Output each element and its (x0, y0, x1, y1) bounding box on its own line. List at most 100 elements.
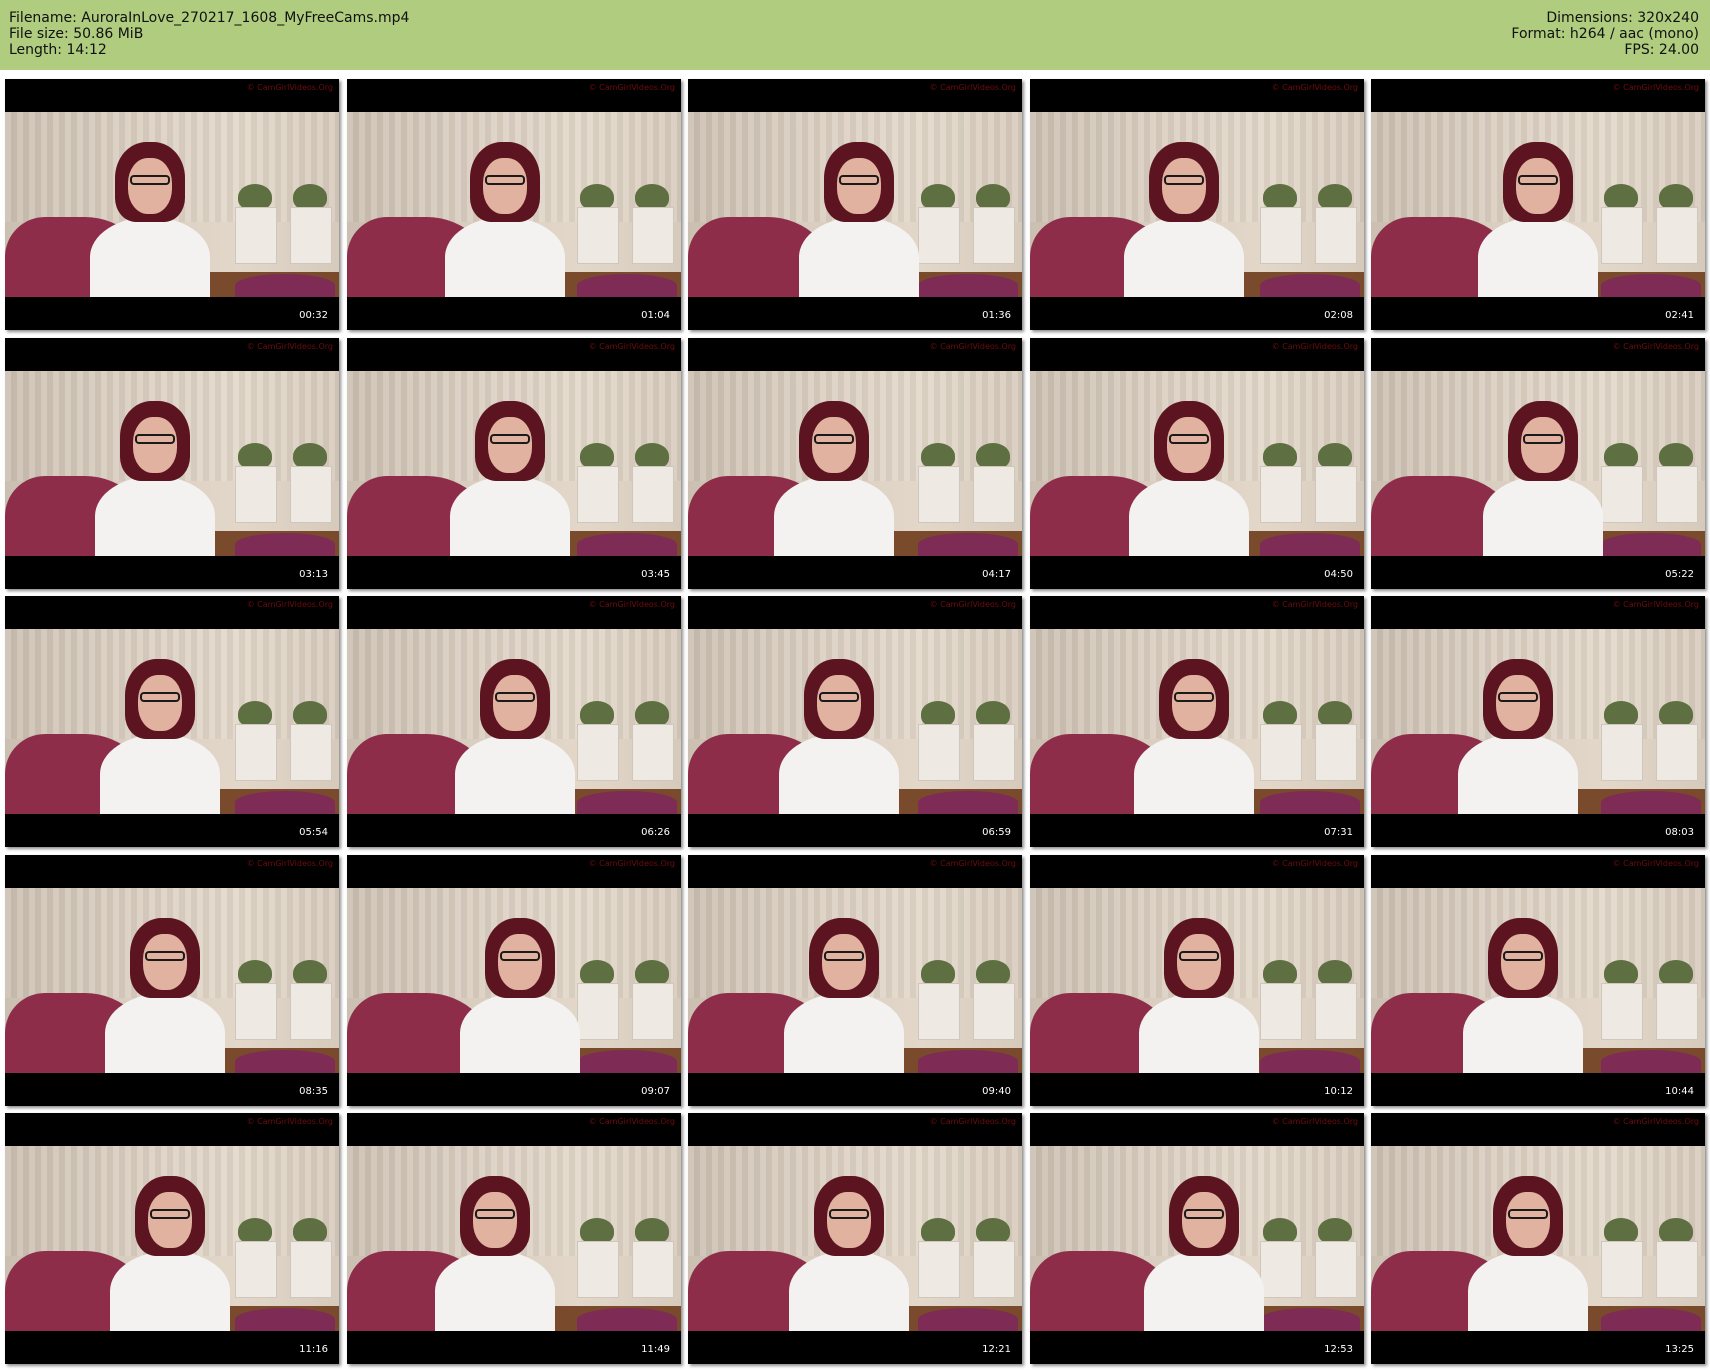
thumbnail-tile: © CamGirlVideos.Org 07:31 (1030, 596, 1364, 847)
rug (235, 533, 335, 556)
side-table (973, 983, 1015, 1040)
side-table (973, 207, 1015, 264)
thumbnail-tile: © CamGirlVideos.Org 05:54 (5, 596, 339, 847)
blouse (1139, 993, 1259, 1073)
watermark-text: © CamGirlVideos.Org (588, 342, 675, 351)
side-table (577, 1241, 619, 1298)
face (812, 417, 856, 473)
side-table (918, 983, 960, 1040)
rug (1260, 274, 1360, 297)
fps-label: FPS: 24.00 (1624, 42, 1699, 58)
thumbnail-timestamp: 13:25 (1665, 1344, 1694, 1355)
file-size-label: File size: 50.86 MiB (9, 26, 144, 42)
thumbnail-timestamp: 09:40 (982, 1086, 1011, 1097)
rug (235, 1050, 335, 1073)
side-table (1260, 207, 1302, 264)
thumbnail-tile: © CamGirlVideos.Org 11:49 (347, 1113, 681, 1364)
side-table (577, 207, 619, 264)
person-figure (110, 1176, 230, 1331)
thumbnail-timestamp: 12:21 (982, 1344, 1011, 1355)
thumbnail-timestamp: 08:03 (1665, 827, 1694, 838)
thumbnail-timestamp: 05:54 (299, 827, 328, 838)
thumbnail-tile: © CamGirlVideos.Org 06:59 (688, 596, 1022, 847)
thumbnail-tile: © CamGirlVideos.Org 10:12 (1030, 855, 1364, 1106)
blouse (1478, 217, 1598, 297)
rug (1260, 1050, 1360, 1073)
glasses (490, 434, 530, 444)
thumbnail-frame-image (688, 629, 1022, 814)
side-table (235, 983, 277, 1040)
watermark-text: © CamGirlVideos.Org (246, 1117, 333, 1126)
side-table (1315, 466, 1357, 523)
watermark-text: © CamGirlVideos.Org (929, 1117, 1016, 1126)
thumbnail-frame-image (5, 888, 339, 1073)
watermark-text: © CamGirlVideos.Org (1271, 600, 1358, 609)
watermark-text: © CamGirlVideos.Org (1612, 83, 1699, 92)
watermark-text: © CamGirlVideos.Org (246, 342, 333, 351)
blouse (450, 476, 570, 556)
face (1506, 1192, 1550, 1248)
file-info-right: Dimensions: 320x240 Format: h264 / aac (… (1511, 10, 1699, 58)
person-figure (1139, 918, 1259, 1073)
watermark-text: © CamGirlVideos.Org (1612, 1117, 1699, 1126)
blouse (1124, 217, 1244, 297)
blouse (799, 217, 919, 297)
thumbnail-frame-image (688, 888, 1022, 1073)
thumbnail-grid: © CamGirlVideos.Org 00:32 © CamGirlVideos.… (5, 79, 1705, 1367)
thumbnail-timestamp: 06:26 (641, 827, 670, 838)
thumbnail-frame-image (688, 371, 1022, 556)
thumbnail-timestamp: 02:08 (1324, 310, 1353, 321)
rug (918, 274, 1018, 297)
thumbnail-timestamp: 01:36 (982, 310, 1011, 321)
thumbnail-tile: © CamGirlVideos.Org 00:32 (5, 79, 339, 330)
thumbnail-timestamp: 10:44 (1665, 1086, 1694, 1097)
side-table (1315, 724, 1357, 781)
glasses (1503, 951, 1543, 961)
side-table (290, 1241, 332, 1298)
thumbnail-frame-image (347, 629, 681, 814)
thumbnail-tile: © CamGirlVideos.Org 01:36 (688, 79, 1022, 330)
thumbnail-tile: © CamGirlVideos.Org 05:22 (1371, 338, 1705, 589)
blouse (455, 734, 575, 814)
thumbnail-tile: © CamGirlVideos.Org 03:13 (5, 338, 339, 589)
side-table (290, 983, 332, 1040)
watermark-text: © CamGirlVideos.Org (1271, 342, 1358, 351)
watermark-text: © CamGirlVideos.Org (929, 83, 1016, 92)
rug (1601, 533, 1701, 556)
side-table (632, 983, 674, 1040)
person-figure (455, 659, 575, 814)
watermark-text: © CamGirlVideos.Org (929, 342, 1016, 351)
side-table (1260, 724, 1302, 781)
file-info-left: Filename: AuroraInLove_270217_1608_MyFre… (9, 10, 409, 58)
person-figure (105, 918, 225, 1073)
face (827, 1192, 871, 1248)
blouse (90, 217, 210, 297)
thumbnail-tile: © CamGirlVideos.Org 03:45 (347, 338, 681, 589)
rug (235, 1308, 335, 1331)
side-table (1315, 207, 1357, 264)
thumbnail-timestamp: 03:45 (641, 569, 670, 580)
thumbnail-timestamp: 03:13 (299, 569, 328, 580)
face (128, 158, 172, 214)
face (1516, 158, 1560, 214)
person-figure (789, 1176, 909, 1331)
rug (577, 274, 677, 297)
person-figure (460, 918, 580, 1073)
glasses (475, 1209, 515, 1219)
watermark-text: © CamGirlVideos.Org (1271, 83, 1358, 92)
face (133, 417, 177, 473)
person-figure (779, 659, 899, 814)
face (138, 675, 182, 731)
thumbnail-tile: © CamGirlVideos.Org 02:41 (1371, 79, 1705, 330)
face (1182, 1192, 1226, 1248)
watermark-text: © CamGirlVideos.Org (1612, 859, 1699, 868)
person-figure (90, 142, 210, 297)
blouse (1468, 1251, 1588, 1331)
face (473, 1192, 517, 1248)
rug (1260, 533, 1360, 556)
thumbnail-timestamp: 10:12 (1324, 1086, 1353, 1097)
side-table (918, 1241, 960, 1298)
side-table (1260, 1241, 1302, 1298)
rug (577, 533, 677, 556)
face (493, 675, 537, 731)
